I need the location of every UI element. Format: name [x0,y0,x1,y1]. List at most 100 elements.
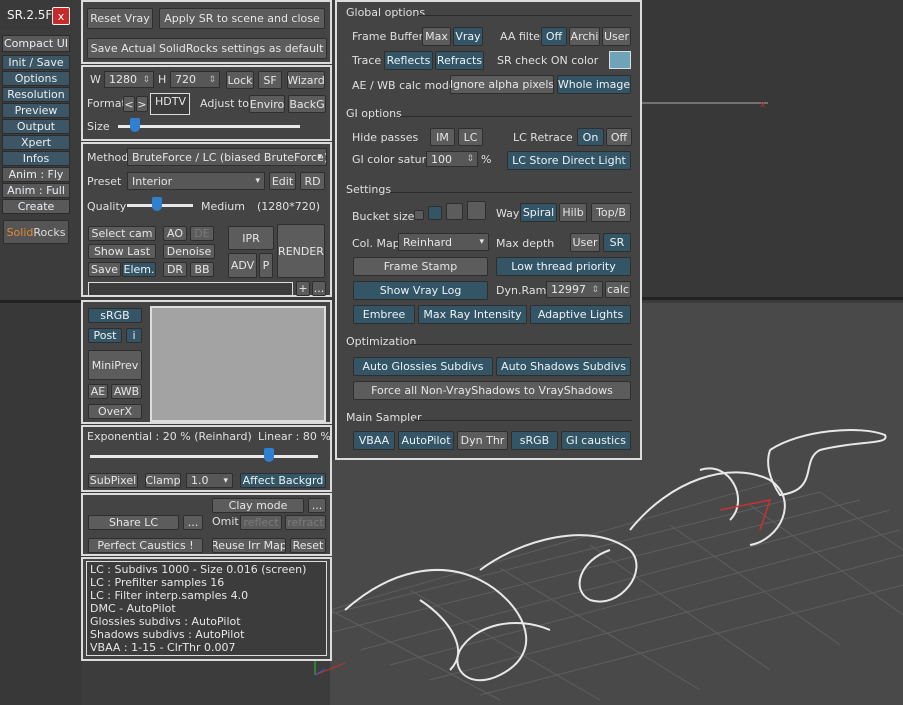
save-render-button[interactable]: Save [88,262,121,277]
close-button[interactable]: x [52,7,70,25]
sampler-gi-caustics-button[interactable]: GI caustics [561,431,631,450]
lc-store-direct-button[interactable]: LC Store Direct Light [507,151,631,170]
frame-stamp-button[interactable]: Frame Stamp [353,257,488,276]
viewport-bottom-left[interactable] [0,300,82,705]
trace-refracts-button[interactable]: Refracts [435,51,484,70]
sf-button[interactable]: SF [258,71,282,89]
sampler-autopilot-button[interactable]: AutoPilot [398,431,454,450]
retrace-off-button[interactable]: Off [606,128,632,146]
apply-sr-button[interactable]: Apply SR to scene and close [159,8,325,29]
select-cam-button[interactable]: Select cam [88,226,156,241]
menu-options[interactable]: Options [2,71,70,86]
enviro-button[interactable]: Enviro [249,95,285,113]
hide-lc-button[interactable]: LC [458,128,483,146]
menu-resolution[interactable]: Resolution [2,87,70,102]
post-button[interactable]: Post [88,328,122,343]
de-button[interactable]: DE [190,226,214,241]
sampler-dynthr-button[interactable]: Dyn Thr [457,431,508,450]
fb-vray-button[interactable]: Vray [453,27,483,46]
clay-options-button[interactable]: ... [308,498,326,513]
preset-dropdown[interactable]: Interior [127,172,265,190]
whole-image-button[interactable]: Whole image [557,75,631,94]
max-ray-intensity-button[interactable]: Max Ray Intensity [418,305,527,324]
height-field[interactable]: 720 [170,71,220,88]
path-add-button[interactable]: + [296,281,310,296]
auto-shadows-button[interactable]: Auto Shadows Subdivs [496,357,631,376]
auto-glossies-button[interactable]: Auto Glossies Subdivs [353,357,493,376]
backg-button[interactable]: BackG [288,95,326,113]
ao-button[interactable]: AO [163,226,187,241]
miniprev-button[interactable]: MiniPrev [88,350,142,380]
bb-button[interactable]: BB [190,262,214,277]
bucket-size-4[interactable] [467,201,486,220]
size-slider-track[interactable] [118,125,300,128]
ignore-alpha-button[interactable]: Ignore alpha pixels [450,75,554,94]
ipr-button[interactable]: IPR [228,226,274,250]
menu-infos[interactable]: Infos [2,151,70,166]
hide-im-button[interactable]: IM [430,128,455,146]
share-lc-options-button[interactable]: ... [183,515,203,530]
aa-off-button[interactable]: Off [541,27,567,46]
affect-background-button[interactable]: Affect Backgrd [240,473,326,488]
srgb-post-button[interactable]: sRGB [88,308,142,323]
clamp-button[interactable]: Clamp [145,473,181,488]
omit-refract-button[interactable]: refract [285,515,326,530]
share-lc-button[interactable]: Share LC [88,515,179,530]
wizard-button[interactable]: Wizard [287,71,325,89]
render-button[interactable]: RENDER [277,224,325,278]
menu-output[interactable]: Output [2,119,70,134]
fb-max-button[interactable]: Max [422,27,451,46]
path-browse-button[interactable]: ... [312,281,326,296]
dyn-ram-calc-button[interactable]: calc [605,281,631,298]
menu-anim-fly[interactable]: Anim : Fly [2,167,70,182]
show-last-button[interactable]: Show Last [88,244,156,259]
low-thread-priority-button[interactable]: Low thread priority [496,257,631,276]
dyn-ram-field[interactable]: 12997 [546,281,603,298]
adaptive-lights-button[interactable]: Adaptive Lights [530,305,631,324]
bucket-size-1[interactable] [414,210,424,220]
rd-button[interactable]: RD [300,172,325,190]
adv-button[interactable]: ADV [228,253,257,278]
denoise-button[interactable]: Denoise [163,244,215,259]
awb-button[interactable]: AWB [111,384,142,399]
embree-button[interactable]: Embree [353,305,415,324]
reset-vray-button[interactable]: Reset Vray [87,8,153,29]
ae-button[interactable]: AE [88,384,108,399]
way-hilb-button[interactable]: Hilb [559,203,587,222]
method-dropdown[interactable]: BruteForce / LC (biased BruteForce) [127,148,327,166]
show-vray-log-button[interactable]: Show Vray Log [353,281,488,300]
width-field[interactable]: 1280 [104,71,154,88]
size-slider-knob[interactable] [130,118,140,132]
omit-reflect-button[interactable]: reflect [240,515,282,530]
col-map-dropdown[interactable]: Reinhard [398,233,489,251]
exposure-slider-track[interactable] [90,455,318,458]
save-default-button[interactable]: >> Save Actual SolidRocks settings as de… [87,38,327,59]
menu-init-save[interactable]: Init / Save [2,55,70,70]
gi-satur-field[interactable]: 100 [426,151,478,167]
clamp-value-dropdown[interactable]: 1.0 [186,473,233,488]
menu-preview[interactable]: Preview [2,103,70,118]
render-path-field[interactable] [88,282,293,296]
aa-user-button[interactable]: User [602,27,631,46]
bucket-size-3[interactable] [446,203,463,220]
menu-xpert[interactable]: Xpert [2,135,70,150]
p-button[interactable]: P [259,253,273,278]
lock-button[interactable]: Lock [226,71,254,89]
preset-edit-button[interactable]: Edit [269,172,296,190]
sampler-srgb-button[interactable]: sRGB [511,431,558,450]
sampler-vbaa-button[interactable]: VBAA [353,431,395,450]
post-info-button[interactable]: i [126,328,142,343]
overx-button[interactable]: OverX [88,404,142,419]
way-spiral-button[interactable]: Spiral [520,203,557,222]
bucket-size-2[interactable] [428,206,442,220]
retrace-on-button[interactable]: On [577,128,604,146]
viewport-top-right[interactable] [640,0,903,300]
max-depth-sr-button[interactable]: SR [603,233,631,252]
solidrocks-logo[interactable]: Solid Rocks [3,220,69,244]
trace-reflects-button[interactable]: Reflects [384,51,433,70]
misc-reset-button[interactable]: Reset [290,538,326,553]
menu-create[interactable]: Create [2,199,70,214]
perfect-caustics-button[interactable]: Perfect Caustics ! [88,538,203,553]
force-vrayshadows-button[interactable]: Force all Non-VrayShadows to VrayShadows [353,381,631,400]
clay-mode-button[interactable]: Clay mode [212,498,304,513]
